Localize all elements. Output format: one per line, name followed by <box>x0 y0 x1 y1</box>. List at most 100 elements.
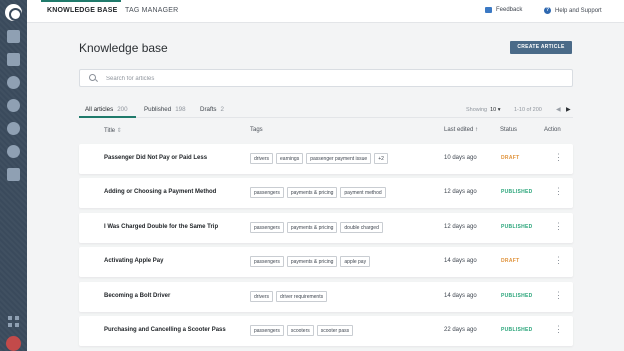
avatar[interactable] <box>6 336 21 351</box>
tag-chip[interactable]: passenger payment issue <box>306 153 372 164</box>
create-article-button[interactable]: CREATE ARTICLE <box>510 41 572 54</box>
more-actions-icon[interactable]: ⋮ <box>554 256 563 265</box>
page-size-value: 10 <box>490 107 497 113</box>
filter-count: 2 <box>220 106 224 113</box>
column-action: Action <box>544 127 561 133</box>
users-icon[interactable] <box>7 99 20 112</box>
status-badge: PUBLISHED <box>501 189 533 195</box>
feedback-label: Feedback <box>496 7 523 13</box>
last-edited: 10 days ago <box>444 155 477 161</box>
filter-divider <box>79 117 573 118</box>
search-input[interactable] <box>106 73 546 84</box>
column-tags: Tags <box>250 127 263 133</box>
top-nav: KNOWLEDGE BASE TAG MANAGER Feedback ? He… <box>27 0 624 23</box>
search-box <box>79 69 573 87</box>
tag-list: passengers payments & pricing double charg… <box>250 222 383 233</box>
more-actions-icon[interactable]: ⋮ <box>554 325 563 334</box>
tag-chip[interactable]: payment method <box>340 187 386 198</box>
column-title[interactable]: Title ⇕ <box>104 127 122 134</box>
tab-knowledge-base[interactable]: KNOWLEDGE BASE <box>47 7 117 14</box>
active-tab-indicator <box>41 0 121 2</box>
tag-list: passengers payments & pricing payment meth… <box>250 187 386 198</box>
analytics-icon[interactable] <box>7 168 20 181</box>
help-link[interactable]: ? Help and Support <box>544 7 602 14</box>
more-actions-icon[interactable]: ⋮ <box>554 153 563 162</box>
tag-chip[interactable]: passengers <box>250 325 284 336</box>
filter-drafts[interactable]: Drafts 2 <box>200 106 224 113</box>
feedback-link[interactable]: Feedback <box>485 7 522 13</box>
tag-chip[interactable]: +2 <box>374 153 388 164</box>
tag-chip[interactable]: passengers <box>250 187 284 198</box>
table-row[interactable]: Purchasing and Cancelling a Scooter Pass… <box>79 316 573 346</box>
status-badge: PUBLISHED <box>501 327 533 333</box>
page-title: Knowledge base <box>79 41 168 55</box>
filter-label: All articles <box>85 106 114 113</box>
tag-list: drivers earnings passenger payment issue +2 <box>250 153 388 164</box>
article-title[interactable]: Passenger Did Not Pay or Paid Less <box>104 155 207 161</box>
tag-chip[interactable]: double charged <box>340 222 383 233</box>
article-title[interactable]: Activating Apple Pay <box>104 258 163 264</box>
table-row[interactable]: I Was Charged Double for the Same Trip pa… <box>79 213 573 243</box>
status-badge: DRAFT <box>501 155 520 161</box>
document-icon[interactable] <box>7 53 20 66</box>
filter-all-articles[interactable]: All articles 200 <box>85 106 128 113</box>
column-status: Status <box>500 127 518 133</box>
filter-label: Published <box>144 106 172 113</box>
tag-chip[interactable]: payments & pricing <box>286 256 338 267</box>
filter-published[interactable]: Published 198 <box>144 106 186 113</box>
search-icon <box>89 74 96 81</box>
more-actions-icon[interactable]: ⋮ <box>554 291 563 300</box>
showing-label: Showing <box>466 107 488 113</box>
logo-icon[interactable] <box>5 4 22 21</box>
feedback-icon <box>485 7 492 13</box>
filter-count: 198 <box>175 106 186 113</box>
home-icon[interactable] <box>7 30 20 43</box>
filter-count: 200 <box>117 106 128 113</box>
tag-chip[interactable]: passengers <box>250 222 284 233</box>
article-title[interactable]: Adding or Choosing a Payment Method <box>104 189 216 195</box>
side-rail <box>0 0 27 351</box>
table-row[interactable]: Activating Apple Pay passengers payments &… <box>79 247 573 277</box>
tag-chip[interactable]: drivers <box>250 291 274 302</box>
apps-grid-icon[interactable] <box>8 316 19 327</box>
table-row[interactable]: Adding or Choosing a Payment Method passe… <box>79 178 573 208</box>
active-filter-indicator <box>79 116 136 118</box>
tag-chip[interactable]: scooters <box>286 325 314 336</box>
last-edited: 22 days ago <box>444 327 477 333</box>
tag-list: drivers driver requirements <box>250 291 328 302</box>
article-title[interactable]: Purchasing and Cancelling a Scooter Pass <box>104 327 226 333</box>
chevron-down-icon: ▾ <box>497 107 501 113</box>
last-edited: 12 days ago <box>444 189 477 195</box>
settings-icon[interactable] <box>7 122 20 135</box>
tag-chip[interactable]: apple pay <box>340 256 371 267</box>
help-icon: ? <box>544 7 551 14</box>
tag-list: passengers scooters scooter pass <box>250 325 354 336</box>
column-last-edited[interactable]: Last edited ↑ <box>444 127 478 133</box>
page-size-select[interactable]: Showing 10 ▾ <box>466 107 501 113</box>
tag-chip[interactable]: passengers <box>250 256 284 267</box>
prev-page-icon[interactable]: ◀ <box>556 106 561 113</box>
last-edited: 12 days ago <box>444 224 477 230</box>
table-row[interactable]: Passenger Did Not Pay or Paid Less driver… <box>79 144 573 174</box>
tag-chip[interactable]: payments & pricing <box>286 187 338 198</box>
article-title[interactable]: I Was Charged Double for the Same Trip <box>104 224 218 230</box>
team-icon[interactable] <box>7 145 20 158</box>
more-actions-icon[interactable]: ⋮ <box>554 187 563 196</box>
more-actions-icon[interactable]: ⋮ <box>554 222 563 231</box>
tag-chip[interactable]: driver requirements <box>276 291 328 302</box>
article-title[interactable]: Becoming a Bolt Driver <box>104 293 170 299</box>
table-row[interactable]: Becoming a Bolt Driver drivers driver requ… <box>79 282 573 312</box>
tab-tag-manager[interactable]: TAG MANAGER <box>125 7 178 14</box>
tag-chip[interactable]: drivers <box>250 153 274 164</box>
next-page-icon[interactable]: ▶ <box>566 106 571 113</box>
tag-chip[interactable]: payments & pricing <box>286 222 338 233</box>
globe-icon[interactable] <box>7 76 20 89</box>
column-edited-label: Last edited <box>444 127 474 133</box>
help-label: Help and Support <box>555 7 602 14</box>
tag-chip[interactable]: earnings <box>276 153 304 164</box>
sort-up-icon: ↑ <box>475 127 479 133</box>
last-edited: 14 days ago <box>444 293 477 299</box>
tag-chip[interactable]: scooter pass <box>316 325 354 336</box>
filter-label: Drafts <box>200 106 217 113</box>
last-edited: 14 days ago <box>444 258 477 264</box>
